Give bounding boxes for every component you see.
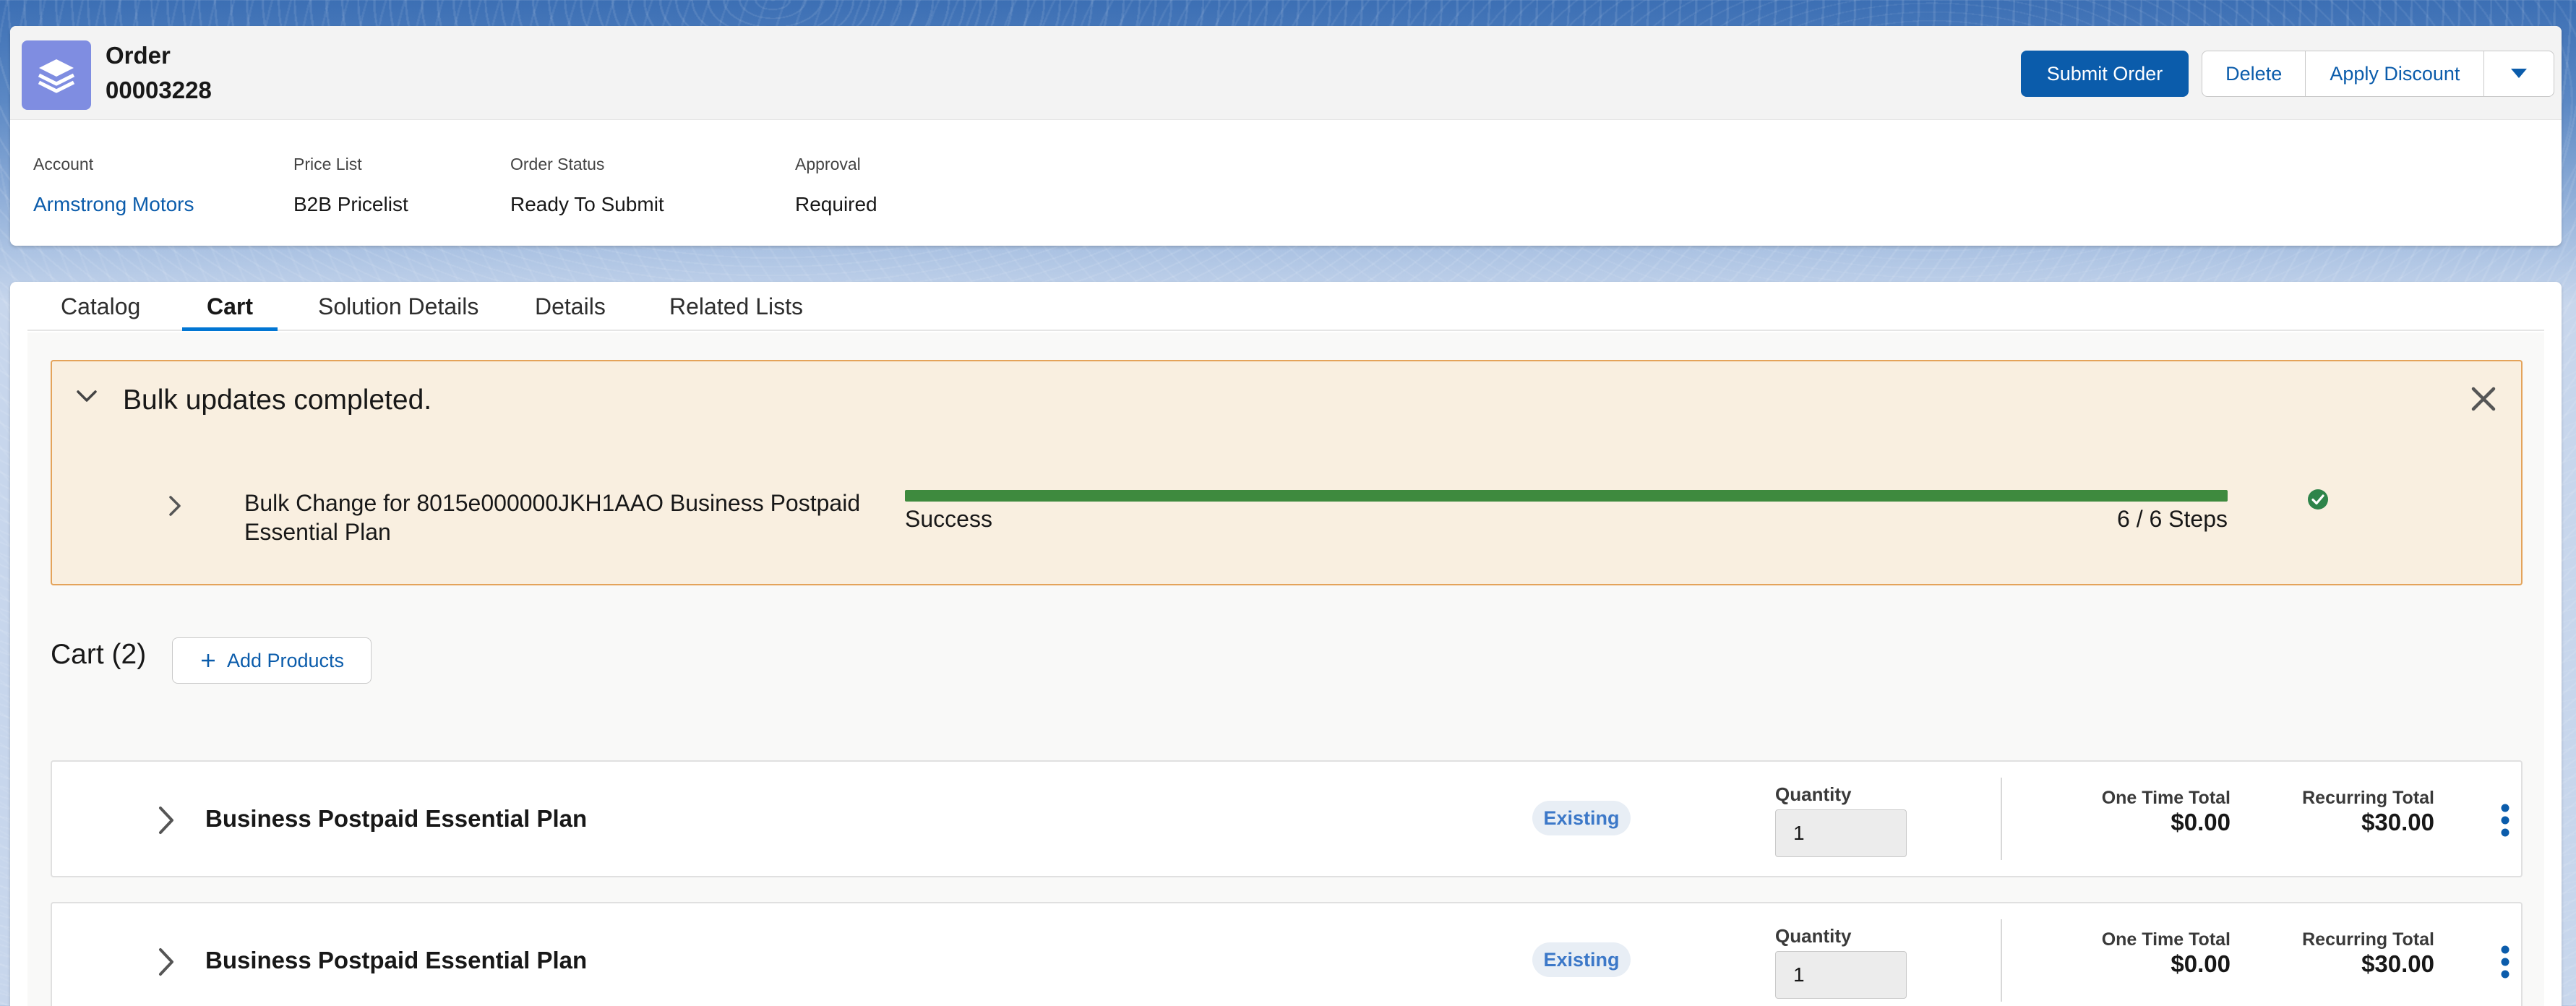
quantity-input[interactable] [1775, 809, 1907, 857]
quantity-input[interactable] [1775, 951, 1907, 999]
delete-button[interactable]: Delete [2202, 51, 2306, 96]
cart-item-row: Business Postpaid Essential Plan Existin… [51, 760, 2523, 877]
highlight-value: B2B Pricelist [293, 193, 408, 215]
expand-item-button[interactable] [152, 802, 181, 842]
quantity-label: Quantity [1775, 783, 1852, 805]
expand-job-button[interactable] [162, 491, 188, 524]
highlight-order-status: Order Status Ready To Submit [510, 155, 664, 216]
highlights-panel: Account Armstrong Motors Price List B2B … [10, 120, 2562, 246]
one-time-total: One Time Total $0.00 [2050, 929, 2231, 978]
expand-item-button[interactable] [152, 944, 181, 984]
cart-tab-panel: Bulk updates completed. Bulk Change for … [27, 332, 2544, 1006]
chevron-right-icon [169, 496, 181, 516]
item-actions-menu-button[interactable] [2499, 945, 2511, 982]
product-name: Business Postpaid Essential Plan [205, 947, 588, 973]
recurring-total-value: $30.00 [2361, 950, 2434, 977]
highlight-label: Approval [795, 155, 861, 173]
order-stack-icon [22, 40, 91, 110]
tab-solution-details[interactable]: Solution Details [318, 293, 478, 331]
action-button-group: Delete Apply Discount [2202, 51, 2554, 97]
chevron-right-icon [159, 948, 173, 976]
apply-discount-button[interactable]: Apply Discount [2306, 51, 2485, 96]
one-time-total-label: One Time Total [2101, 788, 2231, 808]
close-icon [2471, 387, 2496, 411]
recurring-total-label: Recurring Total [2302, 788, 2434, 808]
status-badge: Existing [1532, 942, 1631, 977]
item-actions-menu-button[interactable] [2499, 804, 2511, 841]
highlight-price-list: Price List B2B Pricelist [293, 155, 408, 216]
recurring-total: Recurring Total $30.00 [2249, 788, 2434, 836]
highlight-approval: Approval Required [795, 155, 877, 216]
highlight-label: Price List [293, 155, 362, 173]
tab-catalog[interactable]: Catalog [61, 293, 140, 331]
row-divider [2001, 919, 2002, 1002]
bulk-job-label: Bulk Change for 8015e000000JKH1AAO Busin… [244, 490, 861, 545]
more-actions-button[interactable] [2484, 51, 2554, 96]
bulk-update-notice: Bulk updates completed. Bulk Change for … [51, 360, 2523, 585]
record-header-top: Order 00003228 Submit Order Delete Apply… [10, 26, 2562, 120]
kebab-menu-icon [2501, 945, 2510, 979]
chevron-down-icon [77, 390, 97, 402]
quantity-label: Quantity [1775, 925, 1852, 947]
plus-icon [201, 654, 215, 667]
job-steps: 6 / 6 Steps [2117, 506, 2228, 532]
recurring-total-label: Recurring Total [2302, 929, 2434, 950]
record-object-type: Order [106, 42, 171, 69]
one-time-total-label: One Time Total [2101, 929, 2231, 950]
recurring-total: Recurring Total $30.00 [2249, 929, 2434, 978]
one-time-total-value: $0.00 [2171, 950, 2231, 977]
job-progress-bar [905, 490, 2228, 502]
submit-order-button[interactable]: Submit Order [2021, 51, 2189, 97]
add-products-label: Add Products [226, 649, 345, 671]
highlight-label: Account [33, 155, 94, 173]
one-time-total: One Time Total $0.00 [2050, 788, 2231, 836]
status-badge: Existing [1532, 801, 1631, 835]
chevron-down-icon [2511, 69, 2528, 78]
highlight-value: Ready To Submit [510, 193, 664, 215]
tab-details[interactable]: Details [535, 293, 606, 331]
success-check-icon [2307, 489, 2329, 514]
one-time-total-value: $0.00 [2171, 809, 2231, 835]
collapse-notice-button[interactable] [72, 382, 101, 414]
tab-related-lists[interactable]: Related Lists [669, 293, 803, 331]
notice-title: Bulk updates completed. [123, 384, 432, 416]
record-title: 00003228 [106, 77, 212, 103]
recurring-total-value: $30.00 [2361, 809, 2434, 835]
tab-bar: Catalog Cart Solution Details Details Re… [27, 282, 2544, 331]
kebab-menu-icon [2501, 804, 2510, 837]
add-products-button[interactable]: Add Products [172, 637, 372, 684]
account-link[interactable]: Armstrong Motors [33, 193, 194, 216]
highlight-label: Order Status [510, 155, 605, 173]
job-status: Success [905, 506, 992, 532]
record-header: Order 00003228 Submit Order Delete Apply… [10, 26, 2562, 246]
job-progress-fill [905, 490, 2228, 502]
cart-title: Cart (2) [51, 639, 147, 670]
highlight-account: Account Armstrong Motors [33, 155, 194, 216]
highlight-value: Required [795, 193, 877, 215]
main-card: Catalog Cart Solution Details Details Re… [10, 282, 2562, 1006]
cart-item-row: Business Postpaid Essential Plan Existin… [51, 902, 2523, 1006]
row-divider [2001, 778, 2002, 860]
product-name: Business Postpaid Essential Plan [205, 805, 588, 832]
close-notice-button[interactable] [2466, 382, 2501, 420]
tab-cart[interactable]: Cart [182, 293, 278, 331]
chevron-right-icon [159, 807, 173, 834]
